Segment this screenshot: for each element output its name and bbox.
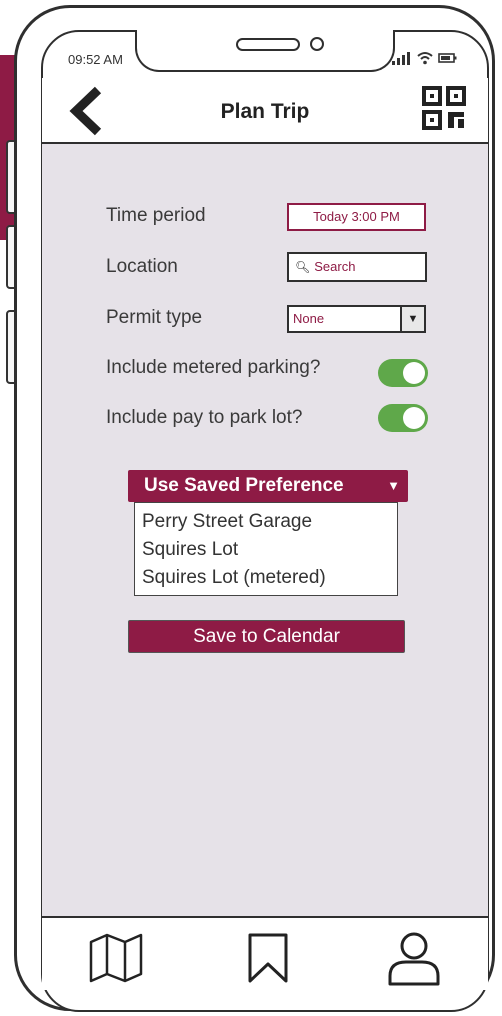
status-time: 09:52 AM (68, 52, 123, 67)
use-saved-preference-button[interactable]: Use Saved Preference ▼ (128, 470, 408, 502)
bottom-nav (42, 916, 488, 990)
location-label: Location (106, 256, 178, 277)
nav-profile-button[interactable] (386, 930, 442, 986)
user-icon (388, 932, 440, 986)
qr-code-button[interactable] (422, 86, 466, 130)
battery-icon (438, 53, 457, 63)
app-header: Plan Trip (42, 78, 488, 144)
wifi-icon (417, 52, 433, 65)
status-icons (390, 50, 460, 66)
toggle-knob (403, 407, 425, 429)
toggle-knob (403, 362, 425, 384)
metered-parking-toggle[interactable] (378, 359, 428, 387)
dropdown-arrow-icon: ▼ (400, 307, 424, 331)
nav-saved-button[interactable] (240, 930, 296, 986)
list-item[interactable]: Perry Street Garage (142, 508, 397, 536)
permit-type-select[interactable]: None ▼ (287, 305, 426, 333)
caret-down-icon: ▼ (387, 478, 400, 493)
phone-speaker (236, 38, 300, 51)
search-icon: 🔍︎ (295, 260, 311, 274)
plan-trip-form: Time period Today 3:00 PM Location 🔍︎ Sea… (42, 144, 488, 916)
qr-code-icon (422, 86, 466, 130)
bookmark-icon (248, 933, 288, 983)
map-icon (89, 933, 143, 983)
permit-type-value: None (293, 311, 325, 326)
permit-type-label: Permit type (106, 307, 203, 328)
pay-lot-label: Include pay to park lot? (106, 407, 303, 428)
phone-camera (310, 37, 324, 51)
saved-preference-list: Perry Street Garage Squires Lot Squires … (134, 502, 398, 596)
save-to-calendar-button[interactable]: Save to Calendar (128, 620, 405, 653)
search-placeholder: Search (314, 259, 356, 274)
saved-preference-label: Use Saved Preference (144, 475, 344, 496)
list-item[interactable]: Squires Lot (142, 536, 397, 564)
metered-parking-label: Include metered parking? (106, 357, 321, 378)
time-period-label: Time period (106, 205, 206, 226)
pay-lot-toggle[interactable] (378, 404, 428, 432)
list-item[interactable]: Squires Lot (metered) (142, 564, 397, 592)
phone-notch (135, 30, 395, 72)
time-period-field[interactable]: Today 3:00 PM (287, 203, 426, 231)
signal-icon (392, 52, 410, 65)
nav-map-button[interactable] (88, 930, 144, 986)
location-search-input[interactable]: 🔍︎ Search (287, 252, 427, 282)
